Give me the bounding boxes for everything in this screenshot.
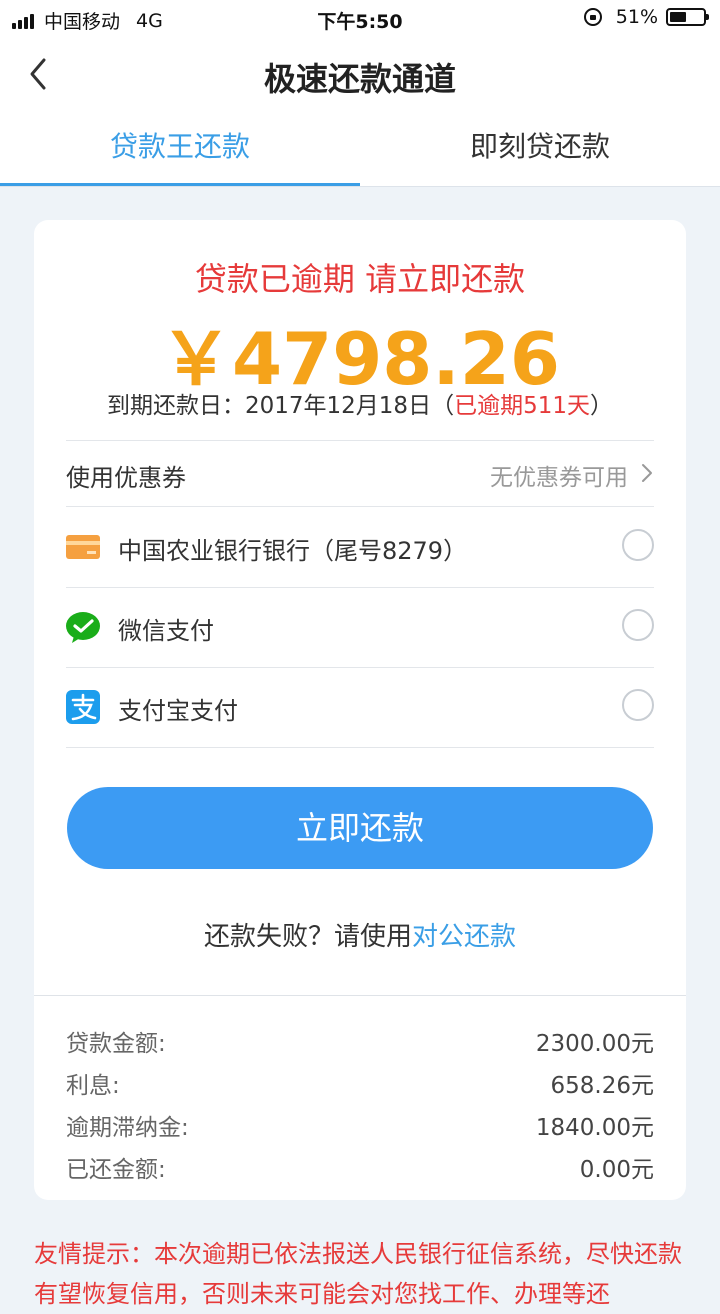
radio-button[interactable] [622,529,654,561]
bank-card-icon [66,535,100,559]
overdue-warning: 贷款已逾期 请立即还款 [194,260,526,298]
overdue-days: 已逾期511天 [454,393,590,419]
detail-row: 逾期滞纳金: 1840.00元 [66,1104,654,1146]
friendly-tip: 友情提示：本次逾期已依法报送人民银行征信系统，尽快还款有望恢复信用，否则未来可能… [34,1240,682,1308]
page-title: 极速还款通道 [263,60,456,98]
loan-details: 贷款金额: 2300.00元 利息: 658.26元 逾期滞纳金: 1840.0… [66,1020,654,1188]
coupon-value: 无优惠券可用 [490,465,628,491]
tab-bar: 贷款王还款 即刻贷还款 [0,114,720,187]
tab-jike-loan[interactable]: 即刻贷还款 [360,114,720,186]
radio-button[interactable] [622,609,654,641]
due-date: 到期还款日：2017年12月18日（已逾期511天） [34,386,686,420]
rotation-lock-icon [583,8,602,26]
detail-value: 2300.00元 [535,1031,654,1057]
pay-option-alipay[interactable]: 支付宝支付 [66,667,654,747]
radio-button[interactable] [622,689,654,721]
tab-loan-king[interactable]: 贷款王还款 [0,114,360,186]
detail-label: 逾期滞纳金: [66,1115,189,1141]
detail-label: 已还金额: [66,1157,166,1183]
detail-value: 658.26元 [550,1073,654,1099]
detail-value: 1840.00元 [535,1115,654,1141]
pay-option-bank[interactable]: 中国农业银行银行（尾号8279） [66,507,654,587]
repayment-card: 贷款已逾期 请立即还款 ￥4798.26 到期还款日：2017年12月18日（已… [34,220,686,1200]
divider [34,995,686,996]
coupon-row[interactable]: 使用优惠券 无优惠券可用 [66,442,654,506]
alipay-icon [66,690,100,724]
battery-fill [670,12,686,22]
repay-now-button[interactable]: 立即还款 [67,787,653,869]
pay-option-label: 中国农业银行银行（尾号8279） [118,537,468,565]
detail-label: 利息: [66,1073,120,1099]
battery-label: 51% [615,6,658,28]
corporate-repay-link[interactable]: 对公还款 [412,922,516,952]
status-right: 51% [583,6,709,28]
due-date-close: ） [589,393,613,419]
divider [66,440,654,441]
wechat-pay-icon [66,612,100,643]
pay-option-wechat[interactable]: 微信支付 [66,587,654,667]
pay-option-label: 支付宝支付 [118,697,238,725]
detail-row: 已还金额: 0.00元 [66,1146,654,1188]
nav-bar: 极速还款通道 [0,36,720,114]
divider [66,747,654,748]
status-bar: 中国移动 4G 下午5:50 51% [0,0,720,36]
battery-icon [666,8,709,26]
fail-note-text: 还款失败？请使用 [203,922,412,952]
coupon-label: 使用优惠券 [66,464,186,492]
detail-label: 贷款金额: [66,1031,166,1057]
detail-value: 0.00元 [579,1157,654,1183]
repay-fail-note: 还款失败？请使用对公还款 [34,916,686,953]
pay-option-label: 微信支付 [118,617,214,645]
chevron-right-icon [642,464,652,482]
detail-row: 利息: 658.26元 [66,1062,654,1104]
due-date-label: 到期还款日：2017年12月18日（ [107,393,455,419]
detail-row: 贷款金额: 2300.00元 [66,1020,654,1062]
